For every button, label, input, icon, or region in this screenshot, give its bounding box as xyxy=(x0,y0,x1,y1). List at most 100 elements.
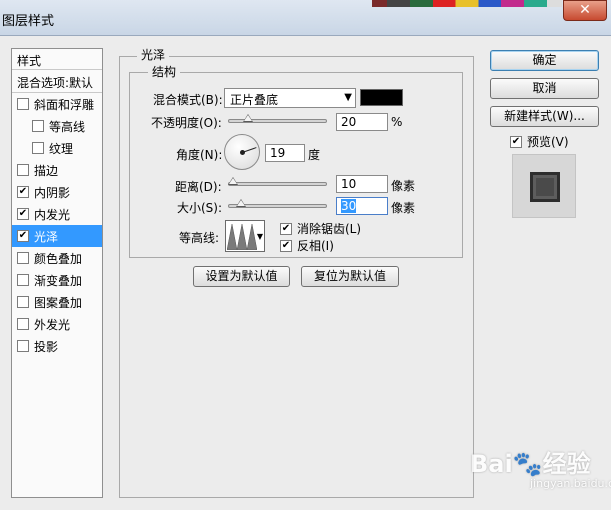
style-item-checkbox[interactable] xyxy=(32,120,44,132)
opacity-input[interactable]: 20 xyxy=(336,113,388,131)
preview-row[interactable]: ✔ 预览(V) xyxy=(510,133,569,150)
distance-label: 距离(D): xyxy=(175,180,222,194)
style-item-label: 颜色叠加 xyxy=(34,251,83,266)
new-style-button[interactable]: 新建样式(W)... xyxy=(490,106,599,127)
ok-button[interactable]: 确定 xyxy=(490,50,599,71)
angle-label: 角度(N): xyxy=(176,148,223,162)
style-item[interactable]: 渐变叠加 xyxy=(12,269,102,291)
angle-input[interactable]: 19 xyxy=(265,144,305,162)
antialias-checkbox[interactable]: ✔ xyxy=(280,222,292,235)
style-item-checkbox[interactable]: ✔ xyxy=(17,186,29,198)
angle-dial[interactable] xyxy=(224,134,260,170)
angle-unit: 度 xyxy=(308,148,321,162)
cancel-button[interactable]: 取消 xyxy=(490,78,599,99)
title-bar: 图层样式 ✕ xyxy=(0,0,611,36)
contour-picker[interactable]: ▼ xyxy=(225,220,265,252)
structure-group-title: 结构 xyxy=(148,63,181,80)
blending-options-item[interactable]: 混合选项:默认 xyxy=(12,70,102,93)
style-item-checkbox[interactable] xyxy=(17,252,29,264)
style-item-checkbox[interactable]: ✔ xyxy=(17,208,29,220)
style-item-checkbox[interactable] xyxy=(17,98,29,110)
blend-mode-label: 混合模式(B): xyxy=(153,93,223,107)
style-item[interactable]: 投影 xyxy=(12,335,102,357)
antialias-row[interactable]: ✔ 消除锯齿(L) xyxy=(280,220,361,237)
contour-dropdown-arrow-icon[interactable]: ▼ xyxy=(257,232,263,241)
size-value: 30 xyxy=(341,199,357,213)
style-item-label: 斜面和浮雕 xyxy=(34,97,95,112)
style-item-label: 光泽 xyxy=(34,229,59,244)
baidu-watermark: Bai🐾经验 jingyan.baidu.com xyxy=(470,444,611,490)
blend-color-swatch[interactable] xyxy=(360,89,403,106)
make-default-button[interactable]: 设置为默认值 xyxy=(193,266,290,287)
style-item-label: 内阴影 xyxy=(34,185,71,200)
preview-square xyxy=(530,172,560,202)
reset-default-button[interactable]: 复位为默认值 xyxy=(301,266,399,287)
distance-input[interactable]: 10 xyxy=(336,175,388,193)
invert-label: 反相(I) xyxy=(297,239,334,253)
opacity-slider[interactable] xyxy=(228,114,327,123)
style-item-checkbox[interactable] xyxy=(17,274,29,286)
angle-value: 19 xyxy=(270,146,286,160)
distance-value: 10 xyxy=(341,177,357,191)
blend-mode-value: 正片叠底 xyxy=(230,93,279,107)
distance-slider[interactable] xyxy=(227,177,327,186)
window-title: 图层样式 xyxy=(2,14,55,29)
contour-preview-icon xyxy=(227,223,257,250)
watermark-suffix: 经验 xyxy=(542,450,591,478)
style-item-label: 外发光 xyxy=(34,317,71,332)
preview-checkbox[interactable]: ✔ xyxy=(510,135,522,148)
color-swatch-strip xyxy=(372,0,562,7)
style-item[interactable]: 颜色叠加 xyxy=(12,247,102,269)
style-items: 斜面和浮雕等高线纹理描边 ✔ 内阴影 ✔ 内发光 ✔ 光泽颜色叠加渐变叠加图案叠加外发光投影 xyxy=(12,93,102,357)
size-slider[interactable] xyxy=(228,199,327,208)
size-unit: 像素 xyxy=(391,201,416,215)
style-preview-thumbnail xyxy=(512,154,576,218)
distance-unit: 像素 xyxy=(391,179,416,193)
opacity-slider-thumb[interactable] xyxy=(243,114,254,122)
watermark-brand: Bai xyxy=(470,450,513,478)
style-item[interactable]: 图案叠加 xyxy=(12,291,102,313)
preview-label: 预览(V) xyxy=(527,135,569,149)
size-label: 大小(S): xyxy=(177,201,223,215)
style-item-checkbox[interactable]: ✔ xyxy=(17,230,29,242)
style-list-panel: 样式 混合选项:默认 斜面和浮雕等高线纹理描边 ✔ 内阴影 ✔ 内发光 ✔ 光泽颜色叠加渐变… xyxy=(11,48,103,498)
contour-label: 等高线: xyxy=(179,231,220,245)
invert-checkbox[interactable]: ✔ xyxy=(280,239,292,252)
antialias-label: 消除锯齿(L) xyxy=(297,222,362,236)
style-item[interactable]: 斜面和浮雕 xyxy=(12,93,102,115)
styles-header[interactable]: 样式 xyxy=(12,49,102,70)
style-item-label: 纹理 xyxy=(49,141,74,156)
style-item-checkbox[interactable] xyxy=(17,164,29,176)
style-item-label: 渐变叠加 xyxy=(34,273,83,288)
distance-slider-thumb[interactable] xyxy=(227,177,238,185)
style-item-label: 图案叠加 xyxy=(34,295,83,310)
style-item-label: 内发光 xyxy=(34,207,71,222)
invert-row[interactable]: ✔ 反相(I) xyxy=(280,237,334,254)
paw-icon: 🐾 xyxy=(512,450,543,478)
style-item-checkbox[interactable] xyxy=(17,296,29,308)
style-item[interactable]: ✔ 内阴影 xyxy=(12,181,102,203)
style-item[interactable]: 描边 xyxy=(12,159,102,181)
style-item[interactable]: ✔ 光泽 xyxy=(12,225,102,247)
angle-dial-needle xyxy=(242,147,257,153)
size-slider-thumb[interactable] xyxy=(235,199,246,207)
opacity-unit: % xyxy=(391,115,403,129)
style-item[interactable]: 等高线 xyxy=(12,115,102,137)
style-item-checkbox[interactable] xyxy=(32,142,44,154)
style-item-label: 描边 xyxy=(34,163,59,178)
style-item-checkbox[interactable] xyxy=(17,340,29,352)
size-input[interactable]: 30 xyxy=(336,197,388,215)
dropdown-arrow-icon: ▼ xyxy=(344,92,352,103)
style-item-label: 投影 xyxy=(34,339,59,354)
opacity-label: 不透明度(O): xyxy=(151,116,222,130)
watermark-url: jingyan.baidu.com xyxy=(530,477,611,490)
style-item-checkbox[interactable] xyxy=(17,318,29,330)
style-item[interactable]: ✔ 内发光 xyxy=(12,203,102,225)
satin-group-title: 光泽 xyxy=(137,46,170,63)
style-item-label: 等高线 xyxy=(49,119,86,134)
style-item[interactable]: 纹理 xyxy=(12,137,102,159)
opacity-value: 20 xyxy=(341,115,357,129)
blend-mode-select[interactable]: 正片叠底 ▼ xyxy=(224,88,356,108)
close-button[interactable]: ✕ xyxy=(563,0,607,21)
style-item[interactable]: 外发光 xyxy=(12,313,102,335)
